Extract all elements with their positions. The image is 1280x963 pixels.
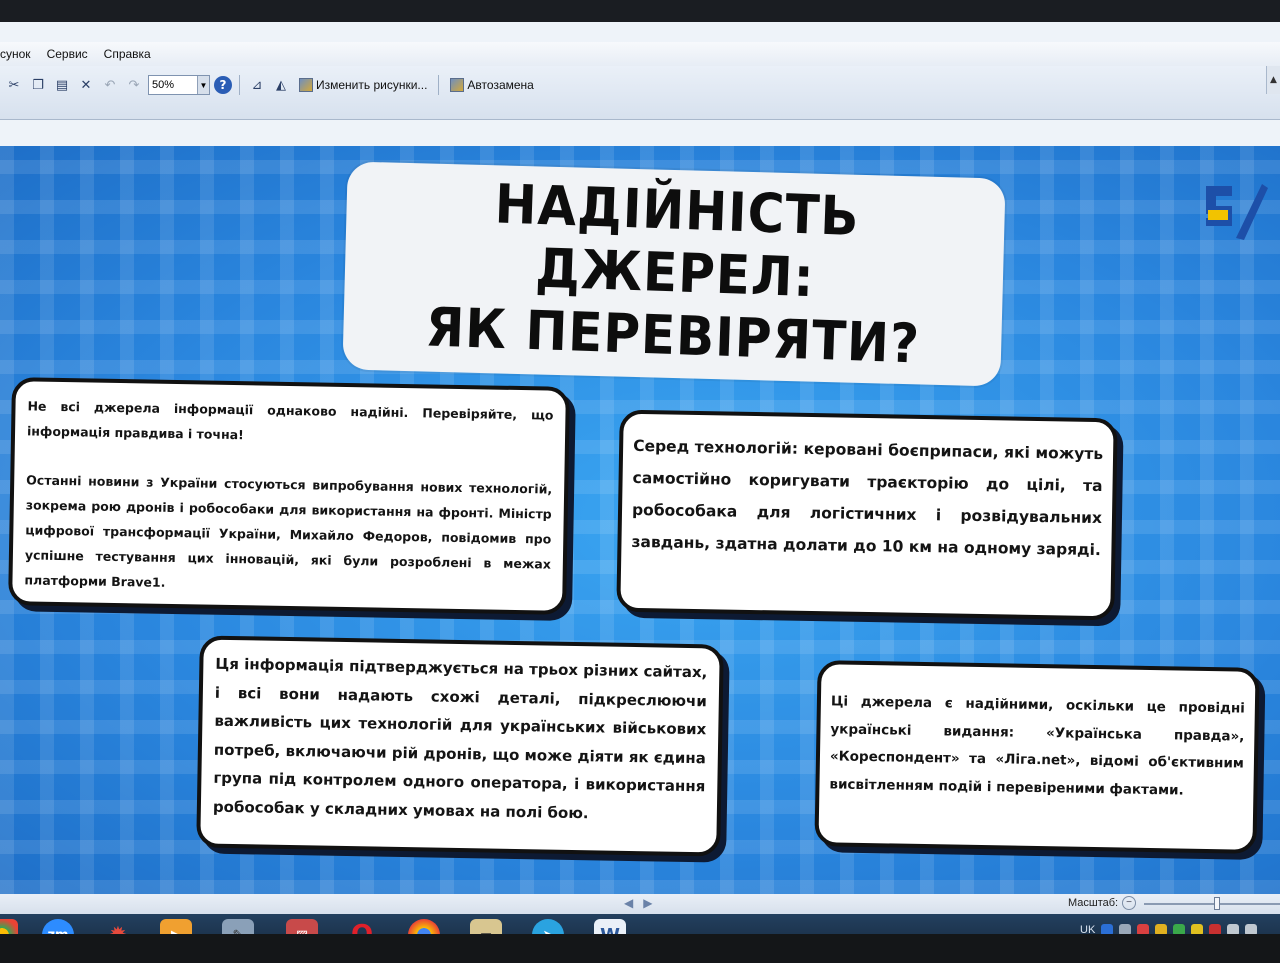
zoom-label: Масштаб: [1068, 897, 1119, 909]
redo-icon[interactable]: ↷ [124, 75, 144, 95]
menu-bar: сунок Сервис Справка [0, 42, 1280, 66]
zoom-select[interactable]: 50% ▼ [148, 75, 210, 95]
slide-canvas[interactable]: НАДІЙНІСТЬ ДЖЕРЕЛ: ЯК ПЕРЕВІРЯТИ? Не всі… [0, 146, 1280, 894]
info-card-1-news: Останні новини з України стосуються випр… [24, 472, 553, 590]
change-picture-button[interactable]: Изменить рисунки... [295, 74, 431, 96]
picture-icon [299, 78, 313, 92]
autocorrect-label: Автозамена [467, 78, 534, 92]
info-card-3: Ця інформація підтверджується на трьох р… [196, 635, 724, 857]
text-wrap-icon[interactable]: ⊿ [247, 75, 267, 95]
autocorrect-button[interactable]: Автозамена [446, 74, 537, 96]
zoom-out-icon[interactable]: − [1122, 896, 1136, 910]
info-card-4: Ці джерела є надійними, оскільки це пров… [814, 660, 1260, 854]
toolbar-separator [239, 75, 240, 95]
autocorrect-icon [450, 78, 465, 92]
channel-logo-icon [1206, 184, 1268, 240]
scroll-up-button[interactable]: ▲ [1266, 66, 1280, 94]
info-card-1: Не всі джерела інформації однаково надій… [8, 377, 570, 615]
cut-icon[interactable]: ✂ [4, 75, 24, 95]
info-card-1-intro: Не всі джерела інформації однаково надій… [26, 398, 554, 443]
delete-icon[interactable]: ✕ [76, 75, 96, 95]
status-bar: ◀▶ Масштаб: − [0, 894, 1280, 914]
menu-item-help[interactable]: Справка [104, 47, 151, 61]
monitor-bezel [0, 934, 1280, 963]
copy-icon[interactable]: ❐ [28, 75, 48, 95]
presentation-app-window: сунок Сервис Справка ✂ ❐ ▤ ✕ ↶ ↷ 50% ▼ ?… [0, 22, 1280, 956]
toolbar-row: ✂ ❐ ▤ ✕ ↶ ↷ 50% ▼ ? ⊿ ◭ Изменить рисунки… [0, 72, 538, 98]
help-icon[interactable]: ? [214, 76, 232, 94]
info-card-2: Серед технологій: керовані боєприпаси, я… [616, 409, 1118, 621]
info-card-3-text: Ця інформація підтверджується на трьох р… [212, 654, 708, 822]
menu-item-service[interactable]: Сервис [47, 47, 88, 61]
undo-icon[interactable]: ↶ [100, 75, 120, 95]
change-picture-label: Изменить рисунки... [316, 78, 428, 92]
info-card-2-text: Серед технологій: керовані боєприпаси, я… [631, 436, 1104, 560]
slide-title: НАДІЙНІСТЬ ДЖЕРЕЛ: ЯК ПЕРЕВІРЯТИ? [352, 168, 998, 378]
zoom-slider-track[interactable] [1144, 903, 1280, 905]
page-nav-arrows[interactable]: ◀▶ [624, 896, 662, 910]
menu-item-picture[interactable]: сунок [0, 47, 31, 61]
zoom-select-value: 50% [152, 79, 175, 91]
toolbar-separator [438, 75, 440, 95]
info-card-4-text: Ці джерела є надійними, оскільки це пров… [829, 693, 1246, 799]
zoom-slider-thumb[interactable] [1214, 897, 1220, 910]
slide-title-line1: НАДІЙНІСТЬ ДЖЕРЕЛ: [493, 172, 861, 310]
toolbar: ✂ ❐ ▤ ✕ ↶ ↷ 50% ▼ ? ⊿ ◭ Изменить рисунки… [0, 66, 1280, 120]
chevron-down-icon[interactable]: ▼ [197, 76, 209, 94]
picture-format-icon[interactable]: ◭ [271, 75, 291, 95]
paste-icon[interactable]: ▤ [52, 75, 72, 95]
